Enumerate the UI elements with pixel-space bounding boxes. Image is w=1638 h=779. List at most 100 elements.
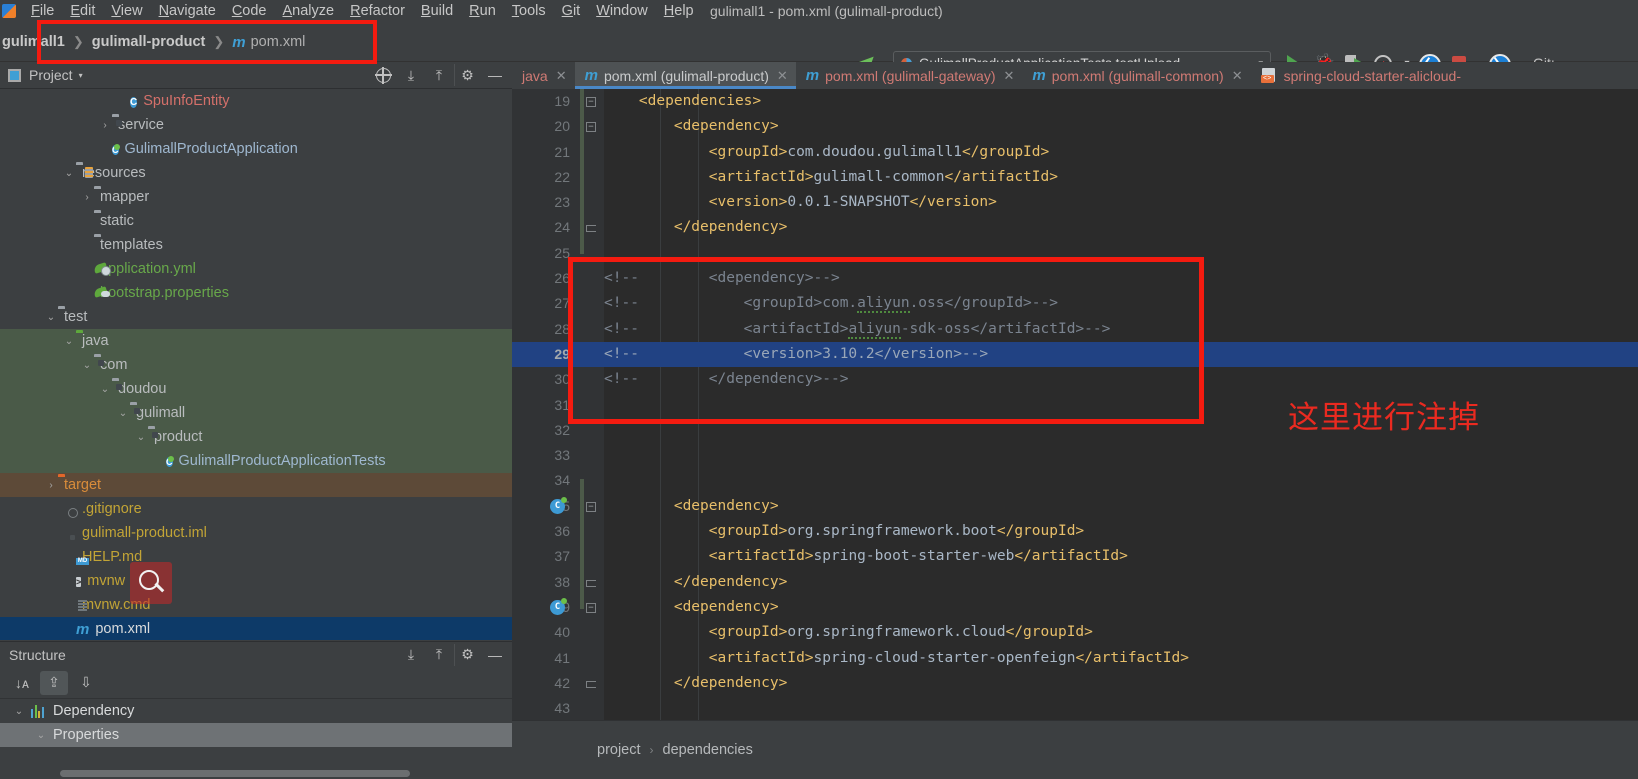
tree-item-gulimall-product-iml[interactable]: ›gulimall-product.iml xyxy=(0,521,512,545)
code-line-29[interactable]: 29 <!-- <version>3.10.2</version>--> xyxy=(512,341,1638,368)
tree-item-test[interactable]: ⌄ test xyxy=(0,305,512,329)
expand-all-icon[interactable]: ⤓ xyxy=(398,64,424,86)
chevron-down-icon[interactable]: ▾ xyxy=(79,71,83,80)
editor-breadcrumb-item[interactable]: project xyxy=(597,742,641,758)
breadcrumb-module[interactable]: gulimall-product xyxy=(92,34,206,50)
code-line-30[interactable]: 30 <!-- </dependency>--> xyxy=(512,367,1638,392)
code-line-33[interactable]: 33 xyxy=(512,443,1638,468)
show-fields-icon[interactable]: ⇩ xyxy=(72,671,100,695)
tree-item-bootstrap-properties[interactable]: ›bootstrap.properties xyxy=(0,281,512,305)
close-icon[interactable]: ✕ xyxy=(556,68,567,84)
code-line-39[interactable]: 39C− <dependency> xyxy=(512,595,1638,620)
sort-alphabetically-icon[interactable]: ↓ᴀ xyxy=(8,671,36,695)
fold-collapse-icon[interactable]: − xyxy=(586,602,596,613)
close-icon[interactable]: ✕ xyxy=(777,68,788,84)
editor-tab-pom-xml--gulimall-common-[interactable]: m pom.xml (gulimall-common) ✕ xyxy=(1022,62,1250,89)
code-line-26[interactable]: 26 <!-- <dependency>--> xyxy=(512,266,1638,291)
tree-item-gulimall[interactable]: ⌄ gulimall xyxy=(0,401,512,425)
collapse-all-icon[interactable]: ⤒ xyxy=(426,64,452,86)
editor-tab-bar[interactable]: java ✕ m pom.xml (gulimall-product) ✕ m pom.xm… xyxy=(512,62,1638,89)
code-line-22[interactable]: 22 <artifactId>gulimall-common</artifact… xyxy=(512,165,1638,190)
fold-end-icon[interactable] xyxy=(586,579,596,587)
tree-item-static[interactable]: ›static xyxy=(0,209,512,233)
project-panel-title[interactable]: Project xyxy=(29,67,73,83)
code-line-20[interactable]: 20 − <dependency> xyxy=(512,114,1638,139)
code-line-42[interactable]: 42 </dependency> xyxy=(512,671,1638,696)
editor-tab-pom-xml--gulimall-product-[interactable]: m pom.xml (gulimall-product) ✕ xyxy=(574,62,796,89)
code-line-24[interactable]: 24 </dependency> xyxy=(512,215,1638,240)
disclosure-triangle-icon[interactable]: › xyxy=(98,120,112,131)
menu-item-navigate[interactable]: Navigate xyxy=(151,3,224,19)
editor-tab-pom-xml--gulimall-gateway-[interactable]: m pom.xml (gulimall-gateway) ✕ xyxy=(796,62,1023,89)
disclosure-triangle-icon[interactable]: ⌄ xyxy=(62,336,76,347)
code-line-35[interactable]: 35C− <dependency> xyxy=(512,494,1638,519)
tree-item-gulimallproductapplicationtests[interactable]: ›CGulimallProductApplicationTests xyxy=(0,449,512,473)
structure-tree[interactable]: ⌄ Dependency ⌄ Properties xyxy=(0,699,512,779)
code-line-21[interactable]: 21 <groupId>com.doudou.gulimall1</groupI… xyxy=(512,140,1638,165)
menu-item-run[interactable]: Run xyxy=(461,3,504,19)
collapse-all-icon[interactable]: ⤒ xyxy=(426,644,452,666)
menu-item-window[interactable]: Window xyxy=(588,3,656,19)
menu-item-code[interactable]: Code xyxy=(224,3,275,19)
spring-bean-gutter-icon[interactable]: C xyxy=(550,496,567,514)
tree-item-application-yml[interactable]: ›application.yml xyxy=(0,257,512,281)
disclosure-triangle-icon[interactable]: ⌄ xyxy=(62,168,76,179)
code-line-25[interactable]: 25 xyxy=(512,241,1638,266)
structure-item-dependency[interactable]: ⌄ Dependency xyxy=(0,699,512,723)
tree-item-target[interactable]: › target xyxy=(0,473,512,497)
gear-icon[interactable]: ⚙ xyxy=(454,643,480,666)
menu-item-git[interactable]: Git xyxy=(554,3,589,19)
menu-item-analyze[interactable]: Analyze xyxy=(275,3,343,19)
tree-item-product[interactable]: ⌄ product xyxy=(0,425,512,449)
disclosure-triangle-icon[interactable]: › xyxy=(80,192,94,203)
code-line-40[interactable]: 40 <groupId>org.springframework.cloud</g… xyxy=(512,620,1638,645)
breadcrumb-project[interactable]: gulimall1 xyxy=(2,34,65,50)
code-line-27[interactable]: 27 <!-- <groupId>com.aliyun.oss</groupId>… xyxy=(512,291,1638,316)
disclosure-triangle-icon[interactable]: ⌄ xyxy=(134,432,148,443)
gear-icon[interactable]: ⚙ xyxy=(454,64,480,86)
tree-item-templates[interactable]: ›templates xyxy=(0,233,512,257)
code-line-28[interactable]: 28 <!-- <artifactId>aliyun-sdk-oss</artif… xyxy=(512,317,1638,342)
code-line-23[interactable]: 23 <version>0.0.1-SNAPSHOT</version> xyxy=(512,190,1638,215)
tree-item--gitignore[interactable]: ›.gitignore xyxy=(0,497,512,521)
code-line-36[interactable]: 36 <groupId>org.springframework.boot</gr… xyxy=(512,519,1638,544)
menu-item-help[interactable]: Help xyxy=(656,3,702,19)
expand-all-icon[interactable]: ⤓ xyxy=(398,644,424,666)
structure-panel-title[interactable]: Structure xyxy=(9,647,66,663)
tree-item-doudou[interactable]: ⌄ doudou xyxy=(0,377,512,401)
structure-item-properties[interactable]: ⌄ Properties xyxy=(0,723,512,747)
fold-end-icon[interactable] xyxy=(586,680,596,688)
hide-panel-icon[interactable]: — xyxy=(482,64,508,86)
show-inherited-icon[interactable]: ⇪ xyxy=(40,670,68,695)
fold-end-icon[interactable] xyxy=(586,225,596,233)
structure-horizontal-scrollbar[interactable] xyxy=(60,770,410,777)
tree-item-com[interactable]: ⌄ com xyxy=(0,353,512,377)
spring-bean-gutter-icon[interactable]: C xyxy=(550,597,567,615)
code-line-19[interactable]: 19 − <dependencies> xyxy=(512,89,1638,114)
disclosure-triangle-icon[interactable]: ⌄ xyxy=(12,706,26,717)
tree-item-java[interactable]: ⌄ java xyxy=(0,329,512,353)
breadcrumb-file[interactable]: pom.xml xyxy=(251,34,306,50)
disclosure-triangle-icon[interactable]: ⌄ xyxy=(116,408,130,419)
tree-item-spuinfoentity[interactable]: ›CSpuInfoEntity xyxy=(0,89,512,113)
tree-item-gulimallproductapplication[interactable]: ›CGulimallProductApplication xyxy=(0,137,512,161)
menu-item-tools[interactable]: Tools xyxy=(504,3,554,19)
fold-collapse-icon[interactable]: − xyxy=(586,122,596,133)
menu-item-file[interactable]: File xyxy=(23,3,62,19)
code-line-34[interactable]: 34 xyxy=(512,468,1638,493)
disclosure-triangle-icon[interactable]: ⌄ xyxy=(98,384,112,395)
close-icon[interactable]: ✕ xyxy=(1004,68,1015,84)
close-icon[interactable]: ✕ xyxy=(1232,68,1243,84)
tree-item-mvnw[interactable]: ›>mvnw xyxy=(0,569,512,593)
tree-item-service[interactable]: › service xyxy=(0,113,512,137)
tree-item-mapper[interactable]: › mapper xyxy=(0,185,512,209)
tree-item-mvnw-cmd[interactable]: ›mvnw.cmd xyxy=(0,593,512,617)
editor-breadcrumb-item[interactable]: dependencies xyxy=(663,742,753,758)
editor-tab-java[interactable]: java ✕ xyxy=(512,62,575,89)
fold-collapse-icon[interactable]: − xyxy=(586,97,596,107)
scroll-from-source-icon[interactable] xyxy=(370,64,396,86)
code-line-37[interactable]: 37 <artifactId>spring-boot-starter-web</… xyxy=(512,544,1638,569)
disclosure-triangle-icon[interactable]: ⌄ xyxy=(80,360,94,371)
menu-item-refactor[interactable]: Refactor xyxy=(342,3,413,19)
tree-item-pom-xml[interactable]: ›mpom.xml xyxy=(0,617,512,640)
